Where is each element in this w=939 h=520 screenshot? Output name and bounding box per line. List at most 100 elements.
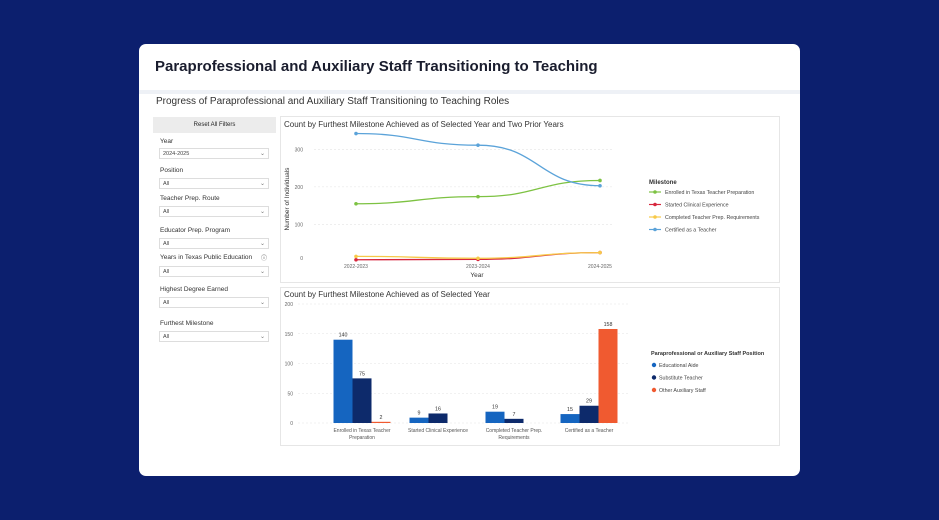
card-header: Paraprofessional and Auxiliary Staff Tra…	[139, 44, 800, 94]
filter-panel: Reset All Filters Year 2024-2025 ⌄ Positi…	[153, 117, 276, 342]
series-line-certified-as-a-teacher	[355, 132, 601, 187]
legend-point-marker	[653, 202, 657, 207]
degree-select[interactable]: All ⌄	[159, 297, 269, 308]
chevron-down-icon: ⌄	[259, 269, 265, 275]
prep-program-select-value: All	[163, 241, 170, 247]
data-point-completed-teacher-prep-requirements	[476, 256, 480, 261]
bar-chart-panel: Count by Furthest Milestone Achieved as …	[280, 287, 780, 446]
dashboard-card: Paraprofessional and Auxiliary Staff Tra…	[139, 44, 800, 476]
prep-route-select[interactable]: All ⌄	[159, 206, 269, 217]
x-tick-label: 2022-2023	[344, 264, 368, 270]
line-chart: Count by Furthest Milestone Achieved as …	[284, 120, 760, 279]
series-line-enrolled-in-texas-teacher-preparation	[355, 179, 601, 205]
y-tick-label: 300	[295, 147, 304, 153]
chevron-down-icon: ⌄	[259, 151, 265, 157]
y-tick-label: 0	[300, 256, 303, 262]
filter-label-milestone: Furthest Milestone	[160, 320, 214, 327]
data-label: 140	[339, 333, 348, 339]
milestone-select[interactable]: All ⌄	[159, 331, 269, 342]
bar-educational-aide	[333, 339, 353, 423]
data-label: 29	[586, 399, 592, 405]
x-tick-label: 2024-2025	[588, 264, 612, 270]
data-label: 75	[359, 371, 365, 377]
x-tick-label: Preparation	[349, 435, 375, 441]
x-axis-label: Year	[470, 272, 484, 279]
degree-select-value: All	[163, 300, 170, 306]
y-tick-label: 200	[285, 302, 294, 308]
year-select[interactable]: 2024-2025 ⌄	[159, 148, 269, 159]
legend-title: Paraprofessional or Auxiliary Staff Posi…	[651, 351, 765, 357]
milestone-select-value: All	[163, 334, 170, 340]
filter-label-years-in-education: Years in Texas Public Education	[160, 254, 253, 260]
legend-item-label: Certified as a Teacher	[665, 228, 717, 234]
legend-item-label: Educational Aide	[659, 363, 699, 369]
y-tick-label: 200	[295, 185, 304, 191]
legend-item-label: Started Clinical Experience	[665, 203, 729, 209]
legend-point-marker	[653, 190, 657, 194]
legend-marker	[651, 375, 657, 380]
filter-label-year: Year	[160, 138, 174, 145]
y-tick-label: 0	[290, 421, 293, 427]
legend-item-label: Other Auxiliary Staff	[659, 388, 706, 394]
data-point-completed-teacher-prep-requirements	[598, 250, 602, 255]
data-point-completed-teacher-prep-requirements	[354, 254, 358, 259]
position-select[interactable]: All ⌄	[159, 178, 269, 189]
data-point-certified-as-a-teacher	[476, 143, 480, 147]
data-label: 158	[604, 322, 613, 328]
bar-substitute-teacher	[579, 405, 599, 423]
data-point-enrolled-in-texas-teacher-preparation	[598, 178, 602, 183]
legend-item-label: Completed Teacher Prep. Requirements	[665, 215, 760, 221]
filter-label-prep-program: Educator Prep. Program	[160, 227, 231, 234]
chevron-down-icon: ⌄	[259, 181, 265, 187]
bar-other-auxiliary-staff	[598, 328, 618, 423]
legend-marker	[651, 387, 657, 393]
filter-label-position: Position	[160, 167, 184, 174]
report-subtitle: Progress of Paraprofessional and Auxilia…	[156, 96, 510, 107]
position-select-value: All	[163, 181, 170, 187]
x-tick-label: 2023-2024	[466, 264, 490, 270]
legend-item-label: Enrolled in Texas Teacher Preparation	[665, 190, 754, 196]
prep-route-select-value: All	[163, 209, 170, 215]
bar-other-auxiliary-staff	[371, 421, 391, 423]
x-tick-label: Enrolled in Texas Teacher	[333, 428, 390, 434]
data-point-certified-as-a-teacher	[598, 183, 602, 188]
page-title: Paraprofessional and Auxiliary Staff Tra…	[155, 58, 598, 75]
x-tick-label: Completed Teacher Prep.	[486, 428, 543, 434]
x-tick-label: Requirements	[498, 435, 530, 441]
chevron-down-icon: ⌄	[259, 209, 265, 215]
chevron-down-icon: ⌄	[259, 300, 265, 306]
bar-educational-aide	[485, 411, 505, 423]
legend-title: Milestone	[649, 180, 677, 186]
bar-educational-aide	[560, 414, 580, 423]
data-label: 16	[435, 406, 441, 412]
bar-substitute-teacher	[428, 413, 448, 423]
data-point-enrolled-in-texas-teacher-preparation	[476, 194, 480, 199]
prep-program-select[interactable]: All ⌄	[159, 238, 269, 249]
data-label: 15	[567, 407, 573, 413]
bar-substitute-teacher	[352, 378, 372, 423]
data-label: 19	[492, 405, 498, 411]
bar-educational-aide	[409, 417, 429, 423]
x-tick-label: Certified as a Teacher	[565, 428, 614, 434]
info-icon[interactable]: ⓘ	[261, 253, 267, 262]
years-in-education-select[interactable]: All ⌄	[159, 266, 269, 277]
legend-marker	[651, 362, 657, 368]
y-tick-label: 50	[287, 391, 293, 397]
filter-label-prep-route: Teacher Prep. Route	[160, 195, 220, 202]
years-in-education-select-value: All	[163, 269, 170, 275]
legend-item-label: Substitute Teacher	[659, 376, 703, 382]
line-chart-title: Count by Furthest Milestone Achieved as …	[284, 120, 564, 129]
bar-substitute-teacher	[504, 418, 524, 423]
data-label: 9	[418, 411, 421, 417]
x-tick-label: Started Clinical Experience	[408, 428, 468, 434]
data-label: 7	[513, 412, 516, 418]
line-chart-panel: Count by Furthest Milestone Achieved as …	[280, 116, 780, 283]
bar-chart: Count by Furthest Milestone Achieved as …	[284, 290, 765, 441]
chevron-down-icon: ⌄	[259, 241, 265, 247]
y-tick-label: 100	[295, 222, 304, 228]
bar-chart-title: Count by Furthest Milestone Achieved as …	[284, 290, 490, 299]
year-select-value: 2024-2025	[163, 151, 190, 157]
data-point-enrolled-in-texas-teacher-preparation	[354, 201, 358, 206]
reset-filters-button[interactable]: Reset All Filters	[153, 117, 276, 133]
data-point-certified-as-a-teacher	[354, 131, 358, 136]
